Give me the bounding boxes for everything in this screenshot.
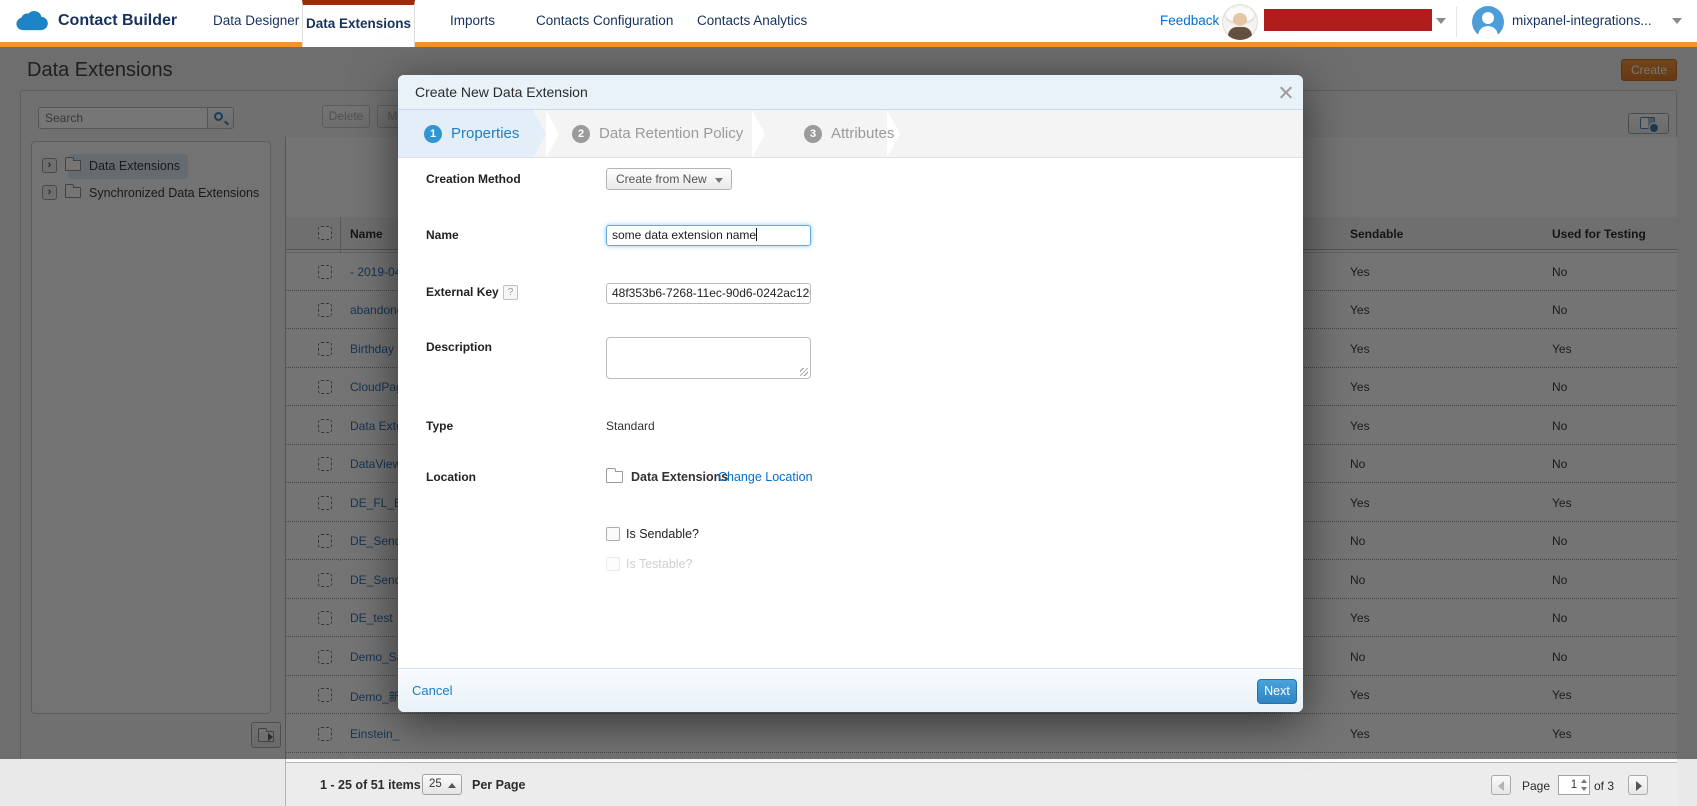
nav-item-imports[interactable]: Imports xyxy=(450,13,495,28)
page-number-value: 1 xyxy=(1571,779,1577,791)
arrow-left-icon xyxy=(1498,781,1504,791)
description-textarea[interactable] xyxy=(606,337,811,379)
nav-item-data-extensions-active[interactable]: Data Extensions xyxy=(302,0,415,47)
top-nav: Contact Builder Data Designer Data Exten… xyxy=(0,0,1697,47)
salesforce-cloud-icon xyxy=(13,8,51,34)
is-testable-label: Is Testable? xyxy=(626,557,692,571)
feedback-link[interactable]: Feedback xyxy=(1160,13,1219,28)
change-location-link[interactable]: Change Location xyxy=(718,470,813,484)
modal-footer: Cancel Next xyxy=(398,668,1303,712)
modal-title: Create New Data Extension xyxy=(415,84,588,100)
next-button[interactable]: Next xyxy=(1257,679,1297,704)
per-page-value: 25 xyxy=(429,778,442,790)
chevron-down-icon xyxy=(715,178,723,183)
type-value: Standard xyxy=(606,419,655,433)
folder-icon xyxy=(606,471,623,483)
user-avatar-head xyxy=(1482,12,1494,24)
nav-item-data-designer[interactable]: Data Designer xyxy=(213,13,299,28)
pagination-bar: 1 - 25 of 51 items 25 Per Page Page 1 of… xyxy=(286,762,1677,806)
chevron-separator xyxy=(752,110,765,158)
create-data-extension-modal: Create New Data Extension 1 Properties 2… xyxy=(398,75,1303,712)
name-input[interactable]: some data extension name xyxy=(606,225,811,246)
page-number-input[interactable]: 1 xyxy=(1558,775,1590,795)
step-label: Attributes xyxy=(831,125,894,142)
page-count-label: of 3 xyxy=(1594,779,1614,793)
is-sendable-checkbox[interactable] xyxy=(606,527,620,541)
creation-method-label: Creation Method xyxy=(426,172,521,186)
is-sendable-label: Is Sendable? xyxy=(626,527,699,541)
chevron-down-icon[interactable] xyxy=(1436,18,1446,24)
spinner-down-icon[interactable] xyxy=(1581,787,1587,791)
step-wizard: 1 Properties 2 Data Retention Policy 3 A… xyxy=(398,110,1303,158)
app-title: Contact Builder xyxy=(58,12,177,30)
page-label: Page xyxy=(1522,779,1550,793)
location-value: Data Extensions xyxy=(631,470,728,484)
modal-header: Create New Data Extension xyxy=(398,75,1303,110)
chevron-down-icon[interactable] xyxy=(1672,18,1682,24)
previous-page-button[interactable] xyxy=(1491,775,1511,795)
chevron-up-icon xyxy=(448,783,456,788)
external-key-input[interactable]: 48f353b6-7268-11ec-90d6-0242ac1200 xyxy=(606,283,811,304)
spinner-up-icon[interactable] xyxy=(1581,779,1587,783)
step-number: 1 xyxy=(424,125,442,143)
creation-method-value: Create from New xyxy=(616,172,707,186)
einstein-avatar[interactable] xyxy=(1222,4,1258,40)
step-number: 2 xyxy=(572,125,590,143)
nav-divider xyxy=(1456,7,1457,37)
chevron-separator xyxy=(533,110,546,158)
help-icon[interactable]: ? xyxy=(503,285,518,300)
einstein-face xyxy=(1233,13,1247,26)
redacted-account-block[interactable] xyxy=(1264,9,1432,31)
external-key-label: External Key xyxy=(426,285,499,299)
items-summary: 1 - 25 of 51 items xyxy=(320,778,421,792)
type-label: Type xyxy=(426,419,453,433)
step-label: Properties xyxy=(451,125,519,142)
description-label: Description xyxy=(426,340,492,354)
next-page-button[interactable] xyxy=(1628,775,1648,795)
chevron-separator xyxy=(546,110,559,158)
nav-item-contacts-analytics[interactable]: Contacts Analytics xyxy=(697,13,807,28)
account-menu[interactable]: mixpanel-integrations... xyxy=(1512,13,1652,28)
close-icon[interactable] xyxy=(1278,85,1293,100)
per-page-label: Per Page xyxy=(472,778,526,792)
arrow-right-icon xyxy=(1636,781,1642,791)
name-value: some data extension name xyxy=(612,228,756,242)
external-key-value: 48f353b6-7268-11ec-90d6-0242ac1200 xyxy=(612,286,811,300)
einstein-suit xyxy=(1228,27,1252,40)
cancel-button[interactable]: Cancel xyxy=(412,683,452,698)
user-avatar-torso xyxy=(1478,26,1498,38)
is-testable-checkbox xyxy=(606,557,620,571)
user-avatar[interactable] xyxy=(1472,6,1504,38)
nav-item-contacts-configuration[interactable]: Contacts Configuration xyxy=(536,13,673,28)
name-label: Name xyxy=(426,228,459,242)
step-label: Data Retention Policy xyxy=(599,125,743,142)
location-label: Location xyxy=(426,470,476,484)
per-page-select[interactable]: 25 xyxy=(422,774,462,795)
step-number: 3 xyxy=(804,125,822,143)
text-cursor xyxy=(756,228,757,241)
creation-method-dropdown[interactable]: Create from New xyxy=(606,168,732,190)
